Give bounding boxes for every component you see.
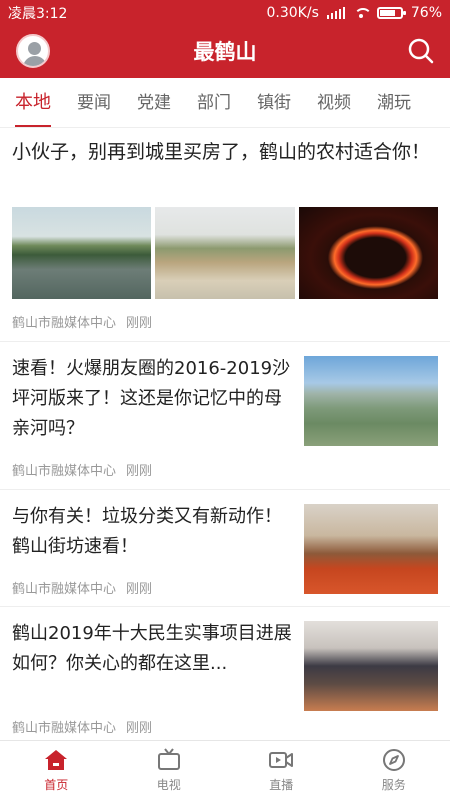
tab-local[interactable]: 本地 [15,78,51,127]
status-bar: 凌晨3:12 0.30K/s 76% [0,0,450,26]
nav-services[interactable]: 服务 [338,741,450,800]
tab-departments[interactable]: 部门 [197,78,231,127]
news-title: 与你有关！垃圾分类又有新动作！鹤山街坊速看！ [12,506,282,557]
news-item[interactable]: 与你有关！垃圾分类又有新动作！鹤山街坊速看！ 鹤山市融媒体中心 刚刚 [0,490,450,607]
old-building-photo [155,207,295,299]
news-meta: 鹤山市融媒体中心 刚刚 [12,717,152,736]
meeting-table-photo [304,621,438,711]
network-speed: 0.30K/s [266,5,319,21]
compass-icon [382,749,405,771]
news-time: 刚刚 [126,316,153,331]
wifi-icon [353,7,372,19]
news-image-row [12,207,438,299]
tv-icon [157,748,180,770]
page-title: 最鹤山 [193,40,257,64]
nav-label: 直播 [269,778,294,792]
news-source: 鹤山市融媒体中心 [12,721,117,736]
fire-dragon-photo [298,207,438,299]
news-time: 刚刚 [126,721,153,736]
tab-party[interactable]: 党建 [137,78,171,127]
nav-label: 电视 [156,778,181,792]
news-meta: 鹤山市融媒体中心 刚刚 [12,578,152,597]
news-source: 鹤山市融媒体中心 [12,316,117,331]
news-item[interactable]: 速看！火爆朋友圈的2016-2019沙坪河版来了！这还是你记忆中的母亲河吗？ 鹤… [0,342,450,490]
news-source: 鹤山市融媒体中心 [12,464,117,479]
tab-towns[interactable]: 镇街 [257,78,291,127]
news-source: 鹤山市融媒体中心 [12,582,117,597]
home-icon [45,750,68,770]
news-item[interactable]: 小伙子，别再到城里买房了，鹤山的农村适合你！ 鹤山市融媒体中心 刚刚 [0,128,450,342]
news-meta: 鹤山市融媒体中心 刚刚 [12,312,152,331]
category-tabs: 本地 要闻 党建 部门 镇街 视频 潮玩 [0,78,450,128]
news-meta: 鹤山市融媒体中心 刚刚 [12,460,152,479]
nav-live[interactable]: 直播 [225,741,338,800]
live-video-icon [269,752,294,768]
city-aerial-photo [304,356,438,446]
news-title: 小伙子，别再到城里买房了，鹤山的农村适合你！ [12,141,431,163]
news-time: 刚刚 [126,582,153,597]
tab-trends[interactable]: 潮玩 [377,78,411,127]
nav-home[interactable]: 首页 [0,741,113,800]
bottom-nav: 首页 电视 直播 服务 [0,740,450,800]
nav-tv[interactable]: 电视 [113,741,226,800]
pond-village-photo [12,207,152,299]
news-time: 刚刚 [126,464,153,479]
battery-percent: 76% [410,5,442,21]
battery-icon [376,7,406,19]
status-time: 凌晨3:12 [8,6,68,22]
app-header: 最鹤山 [0,26,450,78]
tab-headlines[interactable]: 要闻 [77,78,111,127]
nav-label: 首页 [44,778,69,792]
news-title: 速看！火爆朋友圈的2016-2019沙坪河版来了！这还是你记忆中的母亲河吗？ [12,358,291,439]
tab-video[interactable]: 视频 [317,78,351,127]
nav-label: 服务 [381,778,406,792]
news-feed: 小伙子，别再到城里买房了，鹤山的农村适合你！ 鹤山市融媒体中心 刚刚 速看！火爆朋… [0,128,450,740]
news-title: 鹤山2019年十大民生实事项目进展如何？你关心的都在这里... [12,623,292,674]
signal-icon [326,7,345,19]
news-item[interactable]: 鹤山2019年十大民生实事项目进展如何？你关心的都在这里... 鹤山市融媒体中心… [0,607,450,740]
search-icon[interactable] [406,36,436,66]
meeting-hall-photo [304,504,438,594]
